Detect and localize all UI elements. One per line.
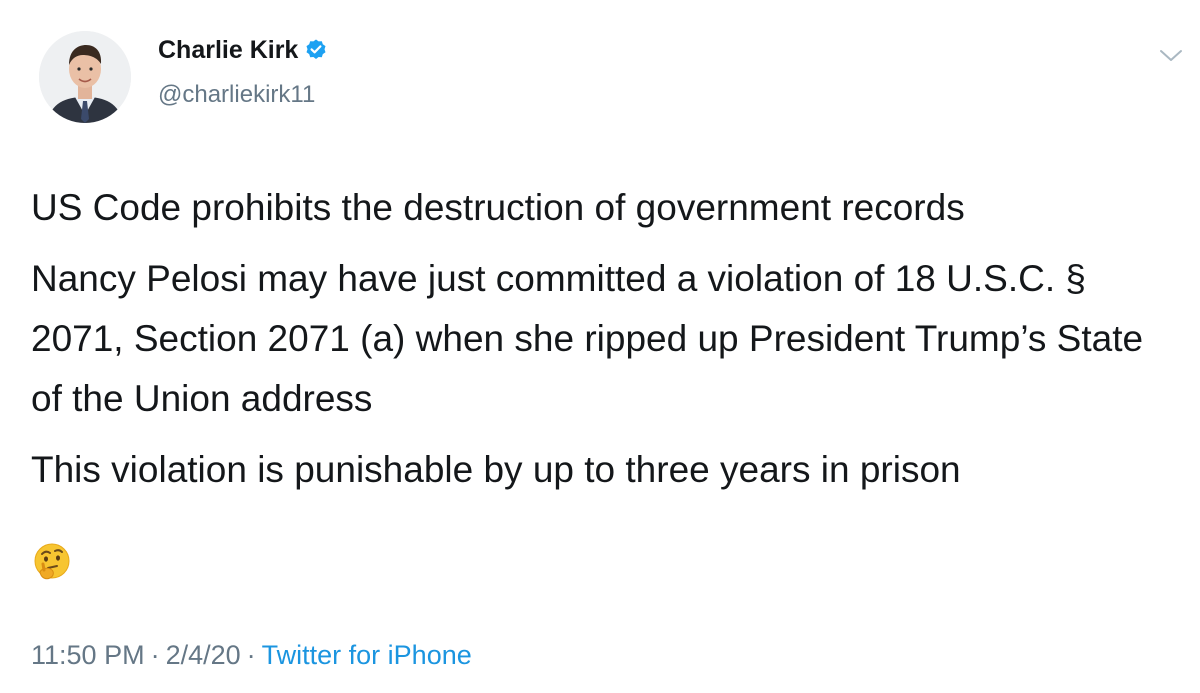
tweet-paragraph: Nancy Pelosi may have just committed a v…	[31, 258, 1154, 419]
meta-separator: ·	[246, 640, 256, 670]
avatar[interactable]	[39, 31, 131, 123]
author-name[interactable]: Charlie Kirk	[158, 33, 328, 67]
verified-badge-icon	[306, 39, 326, 59]
tweet-date[interactable]: 2/4/20	[166, 640, 241, 670]
tweet-time[interactable]: 11:50 PM	[31, 640, 145, 670]
tweet-meta: 11:50 PM · 2/4/20 · Twitter for iPhone	[31, 637, 472, 673]
author-handle[interactable]: @charliekirk11	[158, 80, 315, 110]
chevron-down-icon	[1160, 50, 1182, 61]
profile-photo	[39, 31, 131, 123]
author-name-text[interactable]: Charlie Kirk	[158, 36, 298, 64]
thinking-face-icon	[34, 543, 70, 580]
tweet-paragraph: US Code prohibits the destruction of gov…	[31, 187, 965, 228]
tweet-paragraph: This violation is punishable by up to th…	[31, 449, 961, 490]
meta-separator: ·	[150, 640, 160, 670]
tweet-text: US Code prohibits the destruction of gov…	[31, 178, 1176, 511]
tweet-source-link[interactable]: Twitter for iPhone	[262, 640, 472, 670]
more-options-button[interactable]	[1156, 40, 1186, 70]
